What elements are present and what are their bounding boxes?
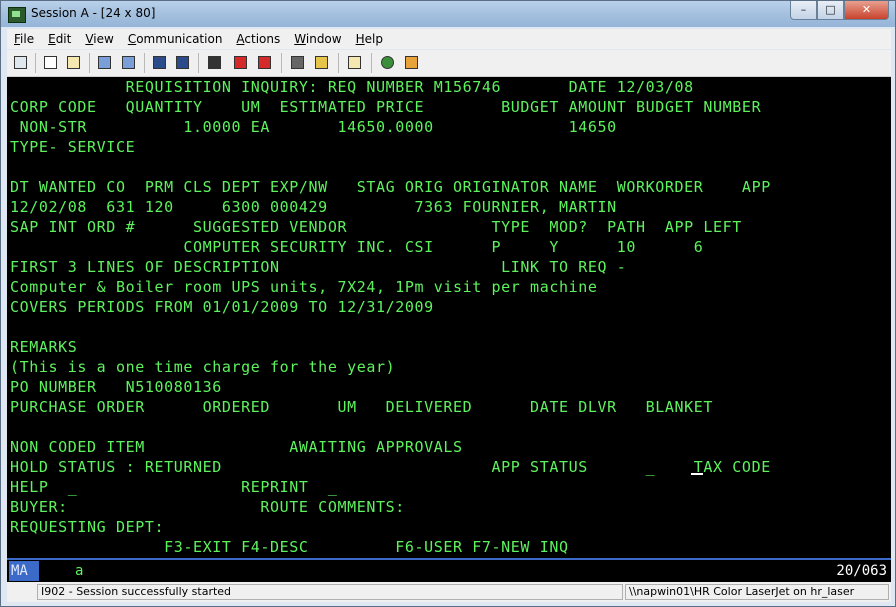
screen-line: COVERS PERIODS FROM 01/01/2009 TO 12/31/… [10,298,434,316]
play-macro-icon[interactable] [231,53,251,73]
screen-line: 12/02/08 631 120 6300 000429 7363 FOURNI… [10,198,617,216]
keyboard-setup-icon[interactable] [173,53,193,73]
menu-view[interactable]: View [78,32,120,46]
function-keys-line: F3-EXIT F4-DESC F6-USER F7-NEW INQ [10,538,569,556]
cursor-position: 20/063 [836,563,887,579]
window-title: Session A - [24 x 80] [31,6,156,20]
menu-edit-rest: dit [55,32,72,46]
screen-line: NON CODED ITEM AWAITING APPROVALS [10,438,463,456]
toolbar-separator [198,53,199,73]
screen-line: BUYER: ROUTE COMMENTS: [10,498,405,516]
help-icon[interactable] [402,53,422,73]
menu-window[interactable]: Window [287,32,348,46]
clipboard-icon[interactable] [345,53,365,73]
status-bar: I902 - Session successfully started \\na… [7,582,891,602]
screen-line: COMPUTER SECURITY INC. CSI P Y 10 6 [10,238,704,256]
maximize-button[interactable]: □ [817,1,844,20]
macro-edit-icon[interactable] [312,53,332,73]
menu-file-rest: ile [20,32,35,46]
help-reprint-line[interactable]: HELP _ REPRINT _ [10,477,337,497]
copy-icon[interactable] [41,53,61,73]
menu-view-rest: iew [93,32,114,46]
status-message: I902 - Session successfully started [37,584,623,600]
session-icon[interactable] [8,7,26,23]
screen-line: DT WANTED CO PRM CLS DEPT EXP/NW STAG OR… [10,178,771,196]
screen-line: Computer & Boiler room UPS units, 7X24, … [10,278,598,296]
menu-edit[interactable]: Edit [41,32,78,46]
toolbar-separator [281,53,282,73]
menu-edit-mnemonic: E [48,32,56,46]
screen-line: PO NUMBER N510080136 [10,378,222,396]
stop-macro-icon[interactable] [255,53,275,73]
hold-status-line[interactable]: HOLD STATUS : RETURNED APP STATUS _ TAX … [10,457,771,477]
menu-help-rest: elp [364,32,383,46]
menu-window-rest: indow [305,32,342,46]
menu-help[interactable]: Help [349,32,390,46]
macro-options-icon[interactable] [288,53,308,73]
window-controls: – □ ✕ [790,1,889,20]
oia-mode: MA [9,561,39,581]
toolbar-separator [35,53,36,73]
minimize-button[interactable]: – [790,1,817,20]
screen-line: REQUISITION INQUIRY: REQ NUMBER M156746 … [10,78,694,96]
menu-actions-rest: ctions [244,32,281,46]
globe-icon[interactable] [378,53,398,73]
toolbar-separator [338,53,339,73]
record-macro-icon[interactable] [205,53,225,73]
screen-line: TYPE- SERVICE [10,138,136,156]
screen-line: FIRST 3 LINES OF DESCRIPTION LINK TO REQ… [10,258,627,276]
menu-bar: File Edit View Communication Actions Win… [7,29,891,49]
menu-actions[interactable]: Actions [229,32,287,46]
paste-icon[interactable] [64,53,84,73]
text-cursor [691,473,703,475]
receive-file-icon[interactable] [119,53,139,73]
printer-status: \\napwin01\HR Color LaserJet on hr_laser [625,584,889,600]
send-file-icon[interactable] [95,53,115,73]
emulator-window: Session A - [24 x 80] – □ ✕ File Edit Vi… [0,0,896,607]
operator-info-area: MA a 20/063 [7,558,891,582]
menu-communication-mnemonic: C [127,32,137,46]
menu-help-mnemonic: H [355,32,365,46]
screen-line: CORP CODE QUANTITY UM ESTIMATED PRICE BU… [10,98,762,116]
screen-line: NON-STR 1.0000 EA 14650.0000 14650 [10,118,617,136]
menu-file[interactable]: File [7,32,41,46]
screen-line: (This is a one time charge for the year) [10,358,396,376]
print-screen-icon[interactable] [11,53,31,73]
toolbar-separator [89,53,90,73]
oia-indicator: a [75,563,84,579]
screen-line: SAP INT ORD # SUGGESTED VENDOR TYPE MOD?… [10,218,742,236]
terminal-screen[interactable]: REQUISITION INQUIRY: REQ NUMBER M156746 … [7,77,891,558]
menu-communication[interactable]: Communication [121,32,230,46]
display-setup-icon[interactable] [150,53,170,73]
screen-line: PURCHASE ORDER ORDERED UM DELIVERED DATE… [10,398,714,416]
toolbar-separator [144,53,145,73]
screen-line: REMARKS [10,338,78,356]
title-bar[interactable]: Session A - [24 x 80] – □ ✕ [1,1,895,27]
toolbar-separator [371,53,372,73]
close-button[interactable]: ✕ [844,1,889,20]
menu-communication-rest: ommunication [136,32,223,46]
toolbar [7,50,891,77]
screen-line: REQUESTING DEPT: [10,518,165,536]
menu-window-mnemonic: W [294,32,306,46]
